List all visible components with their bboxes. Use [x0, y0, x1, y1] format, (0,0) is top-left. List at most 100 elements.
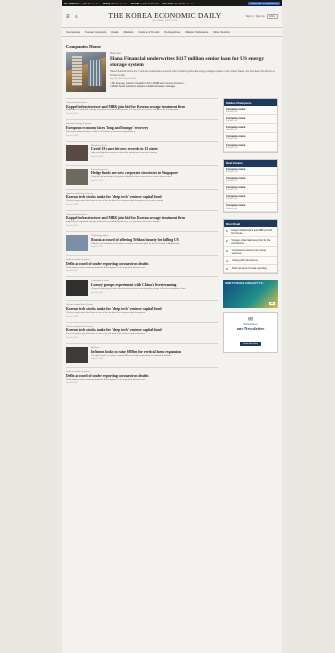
deal-volume-item[interactable]: Company name Sub title text	[224, 167, 277, 176]
story-item[interactable]: Venture capital firm & funds Korean tech …	[66, 321, 218, 343]
most-read-item[interactable]: 2 Younger millennials being hurt by the c…	[224, 237, 277, 248]
story-thumbnail[interactable]	[66, 168, 88, 185]
story-thumbnail[interactable]	[66, 347, 88, 364]
story-dek: The best way to get relief from a cost o…	[66, 333, 146, 336]
signup-link[interactable]: Sign Up	[256, 15, 265, 18]
rank-number: 3	[226, 248, 228, 253]
subscribe-link[interactable]: Subscribe to Newsletter	[248, 1, 280, 5]
nav-korean-investors[interactable]: Korean Investors	[85, 30, 106, 34]
story-headline[interactable]: Infineon looks to raise $850m for vertic…	[91, 350, 218, 354]
most-read-headline[interactable]: Koppel infrastructure and MBK join bid f…	[231, 229, 275, 235]
story-date: Sep 30, 2024	[91, 246, 103, 249]
story-item[interactable]: Defense politics & policy Delhi accused o…	[66, 367, 218, 388]
most-read-headline[interactable]: Younger millennials being hurt by the co…	[231, 239, 275, 245]
language-select[interactable]: ENG	[266, 14, 278, 19]
story-item[interactable]: Venture capital firm & funds Korean tech …	[66, 300, 218, 321]
ticker-item[interactable]: KRX Composite 2,650.38 ▲0.35%	[64, 2, 99, 5]
newsletter-subscribe-button[interactable]: Subscribe Now	[240, 342, 261, 347]
story-headline[interactable]: Luxury groups experiment with China's li…	[91, 283, 218, 287]
ticker-item[interactable]: KOSDAQ 866.19 ▲0.42%	[103, 2, 127, 5]
hero-headline[interactable]: Hana Financial underwrites $117 million …	[110, 56, 278, 68]
story-item[interactable]: Pharmaceuticals Covid-19 cases hit new re…	[66, 140, 218, 165]
masthead: ≡ ⌕ THE KOREA ECONOMIC DAILY GLOBAL EDIT…	[62, 6, 282, 28]
story-item[interactable]: Venture capital firm & funds Korean tech …	[66, 188, 218, 210]
deal-volume-box: Deal Volume Company name Sub title text Co…	[223, 158, 278, 214]
most-read-headline[interactable]: Coronavirus vaccines are wrong vaccines.…	[232, 249, 275, 255]
nav-markets[interactable]: Markets	[123, 30, 133, 34]
nav-more-sectors[interactable]: More Sectors	[213, 30, 230, 34]
story-dek: Euro zone falling inflation, rising fisc…	[66, 130, 136, 133]
nav-market-outlookers[interactable]: Market Outlookers	[185, 30, 208, 34]
hidden-champions-item[interactable]: Company name Sub title text	[224, 133, 277, 143]
story-item[interactable]: Industrial energy & metals European econo…	[66, 119, 218, 140]
ticker-item[interactable]: Dow Jones 38,790.43 ▲0.20%	[162, 2, 193, 5]
nav-deals[interactable]: Deals	[111, 30, 118, 34]
most-read-headline[interactable]: Delhi accused of under reporting...	[232, 267, 269, 271]
story-item[interactable]: Defense politics & policy Delhi accused o…	[66, 255, 218, 276]
story-date: Sep 30, 2024	[66, 337, 78, 340]
hidden-champions-item[interactable]: Company name Sub title text	[224, 124, 277, 134]
story-item[interactable]: Corporate investment Koppel infrastructur…	[66, 98, 218, 119]
story-headline[interactable]: European economy faces 'long and bumpy' …	[66, 126, 218, 130]
deal-volume-item[interactable]: Company name Sub title text	[224, 185, 277, 194]
story-date: Sep 30, 2024	[91, 291, 103, 294]
menu-icon[interactable]: ≡	[66, 14, 75, 20]
story-headline[interactable]: Russia accused of offering Telikon bount…	[91, 238, 218, 242]
deal-volume-item[interactable]: Company name Sub title text	[224, 176, 277, 185]
story-headline[interactable]: Korean tech stocks make for 'deep tech' …	[66, 307, 218, 311]
item-subtitle: Sub title text	[226, 180, 238, 183]
hero-story[interactable]: Most read Hana Financial underwrites $11…	[66, 52, 278, 92]
nav-perspectives[interactable]: Perspectives	[164, 30, 180, 34]
most-read-headline[interactable]: Coping with coronavirus...	[232, 259, 260, 263]
item-subtitle: Sub title text	[226, 128, 238, 131]
most-read-item[interactable]: 1 Koppel infrastructure and MBK join bid …	[224, 227, 277, 238]
deal-volume-item[interactable]: Company name Sub title text	[224, 194, 277, 203]
hidden-champions-title: Hidden Champions	[224, 99, 277, 106]
story-item[interactable]: Consumer & retail Luxury groups experimen…	[66, 276, 218, 300]
story-headline[interactable]: Hedge funds are new corporate structures…	[91, 171, 218, 175]
nav-companies[interactable]: Companies	[66, 30, 80, 34]
deal-volume-item[interactable]: Company name Sub title text	[224, 203, 277, 213]
search-icon[interactable]: ⌕	[75, 14, 84, 20]
story-thumbnail[interactable]	[66, 280, 88, 297]
story-thumbnail[interactable]	[66, 144, 88, 161]
ticker-item[interactable]: USD/KRW 1,318.10 ▼0.12%	[131, 2, 159, 5]
hidden-champions-item[interactable]: Company name Sub title text	[224, 106, 277, 116]
story-thumbnail[interactable]	[66, 235, 88, 252]
story-date: Sep 30, 2024	[66, 134, 78, 137]
hidden-champions-box: Hidden Champions Company name Sub title t…	[223, 98, 278, 153]
story-item[interactable]: Batteries Infineon looks to raise $850m f…	[66, 343, 218, 367]
hero-image[interactable]	[66, 52, 106, 92]
most-read-item[interactable]: 3 Coronavirus vaccines are wrong vaccines…	[224, 247, 277, 258]
story-date: Sep 30, 2024	[66, 113, 78, 116]
story-date: Sep 30, 2024	[91, 179, 103, 182]
story-dek: The deal is part of a plan to spend $2bn…	[91, 354, 173, 357]
hero-related-links[interactable]: • SK Inomag, Jeilcorn Capital to form 30…	[110, 82, 278, 89]
story-item[interactable]: Financial services Hedge funds are new co…	[66, 164, 218, 189]
page: KRX Composite 2,650.38 ▲0.35% KOSDAQ 866…	[62, 0, 282, 653]
story-dek: Their bodies remain undocumented in offi…	[66, 378, 146, 381]
most-read-item[interactable]: 5 Delhi accused of under reporting...	[224, 265, 277, 274]
most-read-item[interactable]: 4 Coping with coronavirus...	[224, 257, 277, 266]
signin-link[interactable]: Sign In	[246, 15, 254, 18]
story-item[interactable]: Corporate investment Koppel infrastructur…	[66, 209, 218, 231]
story-date: Sep 30, 2024	[66, 225, 78, 228]
story-headline[interactable]: Delhi accused of under reporting coronav…	[66, 262, 218, 266]
story-item[interactable]: Technology policy Russia accused of offer…	[66, 231, 218, 255]
story-headline[interactable]: Covid-19 cases hit new records in 15 sta…	[91, 147, 218, 151]
story-date: Sep 30, 2024	[66, 315, 78, 318]
story-headline[interactable]: Delhi accused of under reporting coronav…	[66, 374, 218, 378]
hidden-champions-item[interactable]: Company name Sub title text	[224, 142, 277, 152]
most-read-box: Most Read 1 Koppel infrastructure and MBK…	[223, 219, 278, 275]
item-subtitle: Sub title text	[226, 171, 238, 174]
nav-culture-trends[interactable]: Culture & Trends	[138, 30, 159, 34]
item-subtitle: Sub title text	[226, 137, 238, 140]
ad-go-button[interactable]: GO	[268, 302, 275, 306]
rank-number: 2	[226, 238, 228, 243]
hidden-champions-item[interactable]: Company name Sub title text	[224, 115, 277, 125]
ad-banner[interactable]: HOW TO BUILD A REALITY TV... GO	[223, 280, 278, 309]
story-headline[interactable]: Korean tech stocks make for 'deep tech' …	[66, 195, 218, 199]
brand-logo[interactable]: THE KOREA ECONOMIC DAILY GLOBAL EDITION	[84, 11, 246, 22]
story-date: Sep 30, 2024	[91, 358, 103, 361]
item-subtitle: Sub title text	[226, 119, 238, 122]
